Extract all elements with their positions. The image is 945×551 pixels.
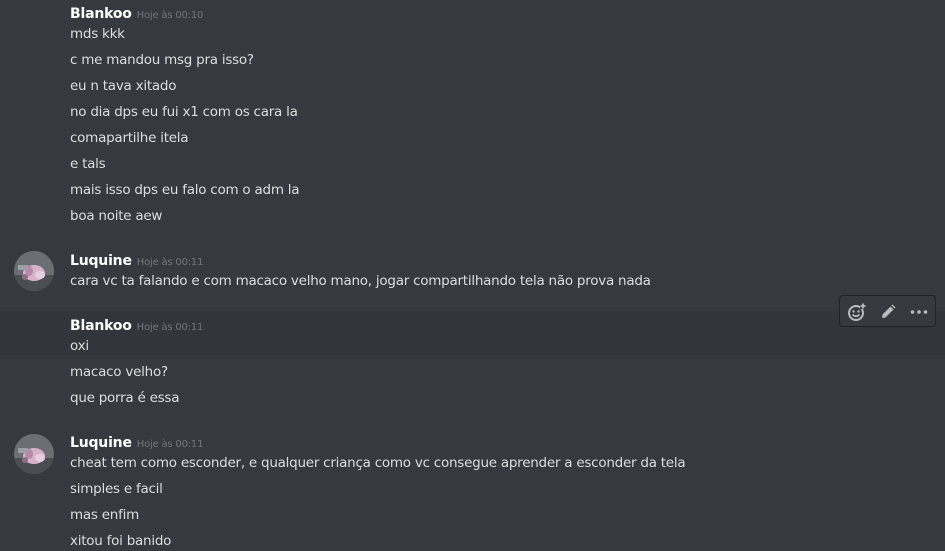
username[interactable]: Luquine — [70, 435, 132, 451]
message-line: que porra é essa — [70, 390, 180, 406]
message-group-4: Luquine Hoje às 00:11 cheat tem como esco… — [0, 428, 945, 551]
avatar[interactable] — [14, 434, 54, 474]
message-group-3: Blankoo Hoje às 00:11 oxi — [0, 311, 945, 359]
message-header: Luquine Hoje às 00:11 — [70, 432, 203, 452]
message-line: oxi — [70, 338, 89, 354]
message-line: boa noite aew — [70, 208, 163, 224]
username[interactable]: Blankoo — [70, 6, 132, 22]
message-line: simples e facil — [70, 481, 163, 497]
message-line: mds kkk — [70, 26, 125, 42]
more-options-icon — [910, 310, 928, 314]
more-options-button[interactable] — [907, 300, 931, 324]
avatar-image — [14, 434, 54, 474]
message-line: no dia dps eu fui x1 com os cara la — [70, 104, 298, 120]
timestamp[interactable]: Hoje às 00:11 — [137, 257, 204, 268]
message-line: cheat tem como esconder, e qualquer cria… — [70, 455, 686, 471]
message-group-2: Luquine Hoje às 00:11 cara vc ta falando … — [0, 245, 945, 300]
message-line: macaco velho? — [70, 364, 168, 380]
message-group-1: Blankoo Hoje às 00:10 mds kkk c me mandou… — [0, 0, 945, 235]
timestamp[interactable]: Hoje às 00:11 — [137, 439, 204, 450]
timestamp[interactable]: Hoje às 00:11 — [137, 322, 204, 333]
username[interactable]: Blankoo — [70, 318, 132, 334]
message-line: e tals — [70, 156, 106, 172]
add-reaction-icon — [848, 303, 866, 321]
username[interactable]: Luquine — [70, 253, 132, 269]
message-header: Luquine Hoje às 00:11 — [70, 250, 203, 270]
message-line: mais isso dps eu falo com o adm la — [70, 182, 300, 198]
edit-button[interactable] — [876, 300, 900, 324]
message-header: Blankoo Hoje às 00:10 — [70, 3, 203, 23]
message-line: cara vc ta falando e com macaco velho ma… — [70, 273, 651, 289]
avatar[interactable] — [14, 251, 54, 291]
message-line: c me mandou msg pra isso? — [70, 52, 254, 68]
message-line: eu n tava xitado — [70, 78, 177, 94]
chat-messages-pane[interactable]: Blankoo Hoje às 00:10 mds kkk c me mandou… — [0, 0, 945, 551]
timestamp[interactable]: Hoje às 00:10 — [137, 10, 204, 21]
message-line: xitou foi banido — [70, 533, 172, 549]
message-hover-toolbar — [839, 295, 936, 327]
edit-pencil-icon — [882, 304, 896, 318]
message-line: comapartilhe itela — [70, 130, 189, 146]
add-reaction-button[interactable] — [845, 300, 869, 324]
message-header: Blankoo Hoje às 00:11 — [70, 315, 203, 335]
avatar-image — [14, 251, 54, 291]
message-line: mas enfim — [70, 507, 140, 523]
